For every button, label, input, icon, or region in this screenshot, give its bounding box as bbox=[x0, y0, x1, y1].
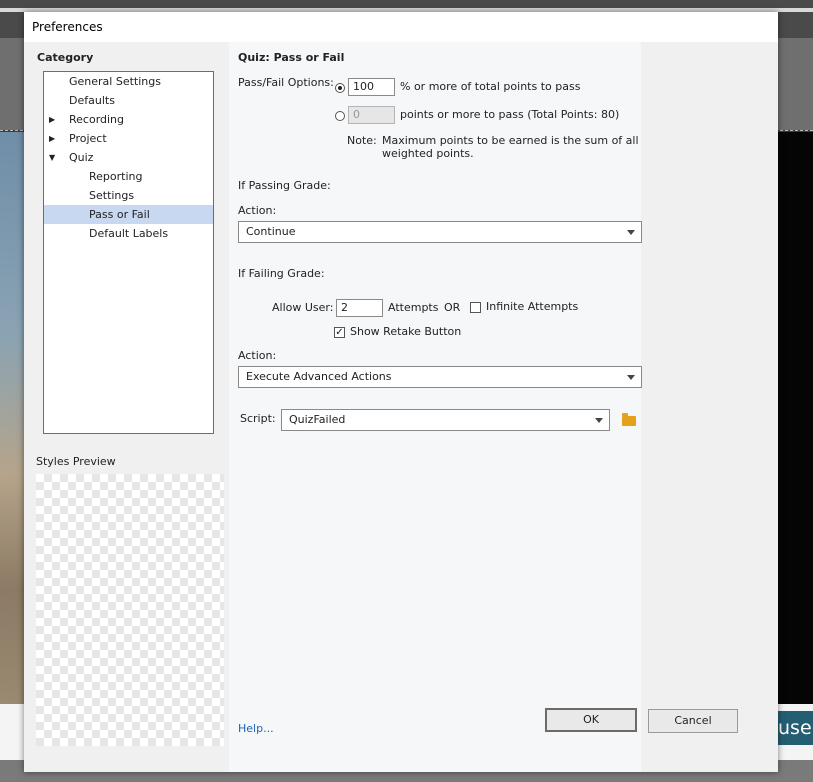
allow-user-label: Allow User: bbox=[272, 301, 334, 314]
note-text-line2: weighted points. bbox=[382, 147, 474, 160]
script-value: QuizFailed bbox=[289, 413, 346, 426]
failing-action-dropdown[interactable]: Execute Advanced Actions bbox=[238, 366, 642, 388]
tree-item-reporting[interactable]: Reporting bbox=[44, 167, 213, 186]
failing-action-label: Action: bbox=[238, 349, 277, 362]
category-tree[interactable]: General Settings Defaults ▶ Recording ▶ Proje… bbox=[43, 71, 214, 434]
expand-arrow-icon[interactable]: ▼ bbox=[49, 148, 55, 167]
tree-item-label: General Settings bbox=[69, 75, 161, 88]
background-slide bbox=[776, 132, 813, 704]
failing-action-value: Execute Advanced Actions bbox=[246, 370, 392, 383]
styles-preview bbox=[36, 474, 224, 746]
tree-item-label: Reporting bbox=[89, 170, 143, 183]
points-radio[interactable] bbox=[335, 111, 345, 121]
styles-preview-label: Styles Preview bbox=[36, 455, 116, 468]
dialog-titlebar[interactable]: Preferences bbox=[24, 12, 778, 42]
passing-action-label: Action: bbox=[238, 204, 277, 217]
chevron-down-icon bbox=[627, 230, 635, 235]
tree-item-project[interactable]: ▶ Project bbox=[44, 129, 213, 148]
folder-icon[interactable] bbox=[622, 413, 636, 426]
collapse-arrow-icon[interactable]: ▶ bbox=[49, 110, 55, 129]
failing-grade-heading: If Failing Grade: bbox=[238, 267, 325, 280]
preferences-dialog: Preferences Category General Settings Def… bbox=[24, 12, 778, 772]
passing-action-dropdown[interactable]: Continue bbox=[238, 221, 642, 243]
category-label: Category bbox=[37, 51, 94, 64]
infinite-attempts-label: Infinite Attempts bbox=[486, 300, 579, 313]
attempts-label: Attempts bbox=[388, 301, 439, 314]
passing-action-value: Continue bbox=[246, 225, 296, 238]
chevron-down-icon bbox=[627, 375, 635, 380]
tree-item-label: Settings bbox=[89, 189, 135, 202]
category-pane: Category General Settings Defaults ▶ Record… bbox=[24, 42, 224, 772]
tree-item-label: Quiz bbox=[69, 151, 94, 164]
attempts-input[interactable]: 2 bbox=[336, 299, 383, 317]
pass-fail-options-label: Pass/Fail Options: bbox=[238, 76, 334, 89]
percent-input[interactable]: 100 bbox=[348, 78, 395, 96]
tree-item-default-labels[interactable]: Default Labels bbox=[44, 224, 213, 243]
tree-item-general-settings[interactable]: General Settings bbox=[44, 72, 213, 91]
tree-item-settings[interactable]: Settings bbox=[44, 186, 213, 205]
note-label: Note: bbox=[347, 134, 377, 147]
show-retake-checkbox[interactable]: ✓ bbox=[334, 327, 345, 338]
tree-item-recording[interactable]: ▶ Recording bbox=[44, 110, 213, 129]
tree-item-label: Pass or Fail bbox=[89, 208, 150, 221]
points-suffix: points or more to pass (Total Points: 80… bbox=[400, 108, 620, 121]
script-dropdown[interactable]: QuizFailed bbox=[281, 409, 610, 431]
passing-grade-heading: If Passing Grade: bbox=[238, 179, 331, 192]
tree-item-defaults[interactable]: Defaults bbox=[44, 91, 213, 110]
or-label: OR bbox=[444, 301, 461, 314]
tree-item-label: Default Labels bbox=[89, 227, 169, 240]
chevron-down-icon bbox=[595, 418, 603, 423]
infinite-attempts-checkbox[interactable] bbox=[470, 302, 481, 313]
collapse-arrow-icon[interactable]: ▶ bbox=[49, 129, 55, 148]
settings-pane: Quiz: Pass or Fail Pass/Fail Options: 10… bbox=[229, 42, 642, 772]
dialog-title: Preferences bbox=[32, 20, 103, 34]
section-title: Quiz: Pass or Fail bbox=[238, 51, 345, 64]
tree-item-label: Recording bbox=[69, 113, 125, 126]
tree-item-pass-or-fail[interactable]: Pass or Fail bbox=[44, 205, 213, 224]
percent-suffix: % or more of total points to pass bbox=[400, 80, 581, 93]
tree-item-label: Defaults bbox=[69, 94, 115, 107]
script-label: Script: bbox=[240, 412, 276, 425]
tree-item-quiz[interactable]: ▼ Quiz bbox=[44, 148, 213, 167]
help-link[interactable]: Help... bbox=[238, 722, 274, 735]
background-side-button: use bbox=[776, 711, 813, 745]
ok-button[interactable]: OK bbox=[545, 708, 637, 732]
cancel-button[interactable]: Cancel bbox=[648, 709, 738, 733]
show-retake-label: Show Retake Button bbox=[350, 325, 462, 338]
dialog-body: Category General Settings Defaults ▶ Record… bbox=[24, 42, 778, 772]
tree-item-label: Project bbox=[69, 132, 107, 145]
note-text-line1: Maximum points to be earned is the sum o… bbox=[382, 134, 639, 147]
percent-radio[interactable] bbox=[335, 83, 345, 93]
points-input[interactable]: 0 bbox=[348, 106, 395, 124]
